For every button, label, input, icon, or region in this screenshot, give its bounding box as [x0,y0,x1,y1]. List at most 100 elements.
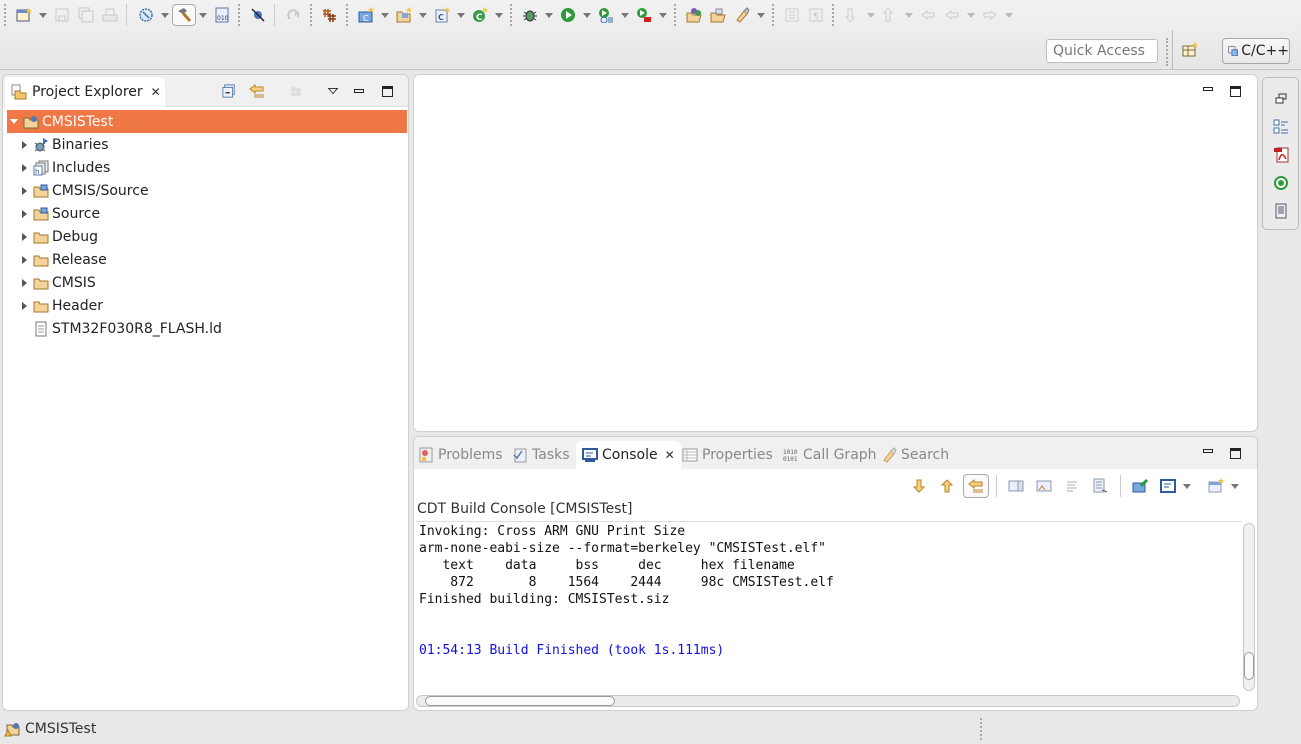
pdf-icon[interactable] [1273,147,1289,163]
tab-problems[interactable]: Problems [418,441,503,469]
build-all-icon[interactable] [318,4,342,26]
debug-icon[interactable] [518,4,542,26]
next-annotation-dropdown[interactable] [864,4,878,26]
clear-console-icon[interactable] [1004,475,1028,497]
expand-toggle[interactable] [7,119,21,124]
quick-access-input[interactable] [1046,39,1158,63]
expand-toggle[interactable] [17,233,31,241]
last-edit-icon[interactable] [916,4,940,26]
new-cpp-project-icon[interactable]: C [354,4,378,26]
maximize-button[interactable] [1227,83,1243,99]
expand-toggle[interactable] [17,141,31,149]
tree-item-cmsis-source[interactable]: CMSIS/Source [7,179,407,202]
tab-console[interactable]: Console ✕ [576,441,681,469]
pin-console-icon[interactable] [1128,475,1152,497]
debug-dropdown[interactable] [542,4,556,26]
scroll-lock-down-icon[interactable] [907,475,931,497]
tab-search[interactable]: Search [881,441,949,469]
forward-icon[interactable] [978,4,1002,26]
view-menu-icon[interactable] [325,83,341,99]
new-dropdown[interactable] [36,4,50,26]
build-dropdown[interactable] [196,4,210,26]
outline-icon[interactable] [1273,119,1289,135]
perspective-cpp-button[interactable]: C C/C++ [1222,38,1290,64]
skip-breakpoints-icon[interactable] [246,4,270,26]
prev-annotation-dropdown[interactable] [902,4,916,26]
expand-toggle[interactable] [17,279,31,287]
configs-dropdown[interactable] [158,4,172,26]
new-file-dropdown[interactable] [454,4,468,26]
maximize-button[interactable] [379,83,395,99]
new-class-dropdown[interactable] [492,4,506,26]
new-folder-dropdown[interactable] [416,4,430,26]
minimize-button[interactable] [351,83,367,99]
expand-toggle[interactable] [17,164,31,172]
new-source-file-icon[interactable]: C [430,4,454,26]
show-whitespace-icon[interactable]: ¶ [804,4,828,26]
tab-tasks[interactable]: Tasks [512,441,570,469]
tab-call-graph[interactable]: 1010 0101 Call Graph [783,441,877,469]
filter-users-icon[interactable] [288,83,304,99]
minimize-button[interactable] [1200,443,1216,459]
collapse-all-icon[interactable] [221,83,237,99]
word-wrap-icon[interactable] [1060,475,1084,497]
open-console-icon[interactable] [1204,475,1228,497]
save-icon[interactable] [50,4,74,26]
status-bar-grip[interactable] [980,718,982,740]
build-binary-icon[interactable]: 010 [210,4,234,26]
run-icon[interactable] [556,4,580,26]
minimize-button[interactable] [1200,81,1216,97]
tree-item-binaries[interactable]: Binaries [7,133,407,156]
tree-item-linker-script[interactable]: STM32F030R8_FLASH.ld [7,317,407,340]
resume-icon[interactable] [282,4,306,26]
profile-dropdown[interactable] [618,4,632,26]
build-icon[interactable] [172,4,196,26]
tree-item-header[interactable]: Header [7,294,407,317]
link-console-icon[interactable] [963,474,989,498]
close-icon[interactable]: ✕ [151,85,161,99]
open-perspective-icon[interactable] [1182,42,1200,60]
horizontal-scroll-thumb[interactable] [425,696,615,706]
tree-item-cmsistest[interactable]: CMSISTest [7,110,407,133]
display-console-icon[interactable] [1156,475,1180,497]
toolbar-grip[interactable] [4,4,8,26]
external-tools-dropdown[interactable] [656,4,670,26]
tree-item-cmsis[interactable]: CMSIS [7,271,407,294]
open-console-dropdown[interactable] [1228,475,1242,497]
prev-annotation-icon[interactable] [878,4,902,26]
toggle-mark-icon[interactable] [780,4,804,26]
scroll-up-icon[interactable] [935,475,959,497]
new-icon[interactable] [12,4,36,26]
display-console-dropdown[interactable] [1180,475,1194,497]
expand-toggle[interactable] [17,302,31,310]
target-icon[interactable] [1273,175,1289,191]
run-dropdown[interactable] [580,4,594,26]
forward-dropdown[interactable] [1002,4,1016,26]
link-with-editor-icon[interactable] [249,83,265,99]
external-tools-icon[interactable] [632,4,656,26]
tree-item-source[interactable]: Source [7,202,407,225]
manage-configs-icon[interactable] [134,4,158,26]
tree-item-release[interactable]: Release [7,248,407,271]
console-output[interactable]: Invoking: Cross ARM GNU Print Size arm-n… [416,521,1242,689]
expand-toggle[interactable] [17,256,31,264]
search-icon[interactable] [730,4,754,26]
vertical-scrollbar[interactable] [1243,523,1255,691]
open-element-icon[interactable] [706,4,730,26]
tree-item-includes[interactable]: h Includes [7,156,407,179]
new-source-folder-icon[interactable] [392,4,416,26]
maximize-button[interactable] [1227,445,1243,461]
tree-item-debug[interactable]: Debug [7,225,407,248]
new-project-dropdown[interactable] [378,4,392,26]
close-icon[interactable]: ✕ [665,448,675,462]
expand-toggle[interactable] [17,210,31,218]
open-type-icon[interactable] [682,4,706,26]
run-profile-icon[interactable] [594,4,618,26]
remove-launch-icon[interactable] [1032,475,1056,497]
toolbar-grip[interactable] [1166,38,1168,66]
back-dropdown[interactable] [964,4,978,26]
expand-toggle[interactable] [17,187,31,195]
print-icon[interactable] [98,4,122,26]
save-all-icon[interactable] [74,4,98,26]
vertical-scroll-thumb[interactable] [1244,652,1254,680]
